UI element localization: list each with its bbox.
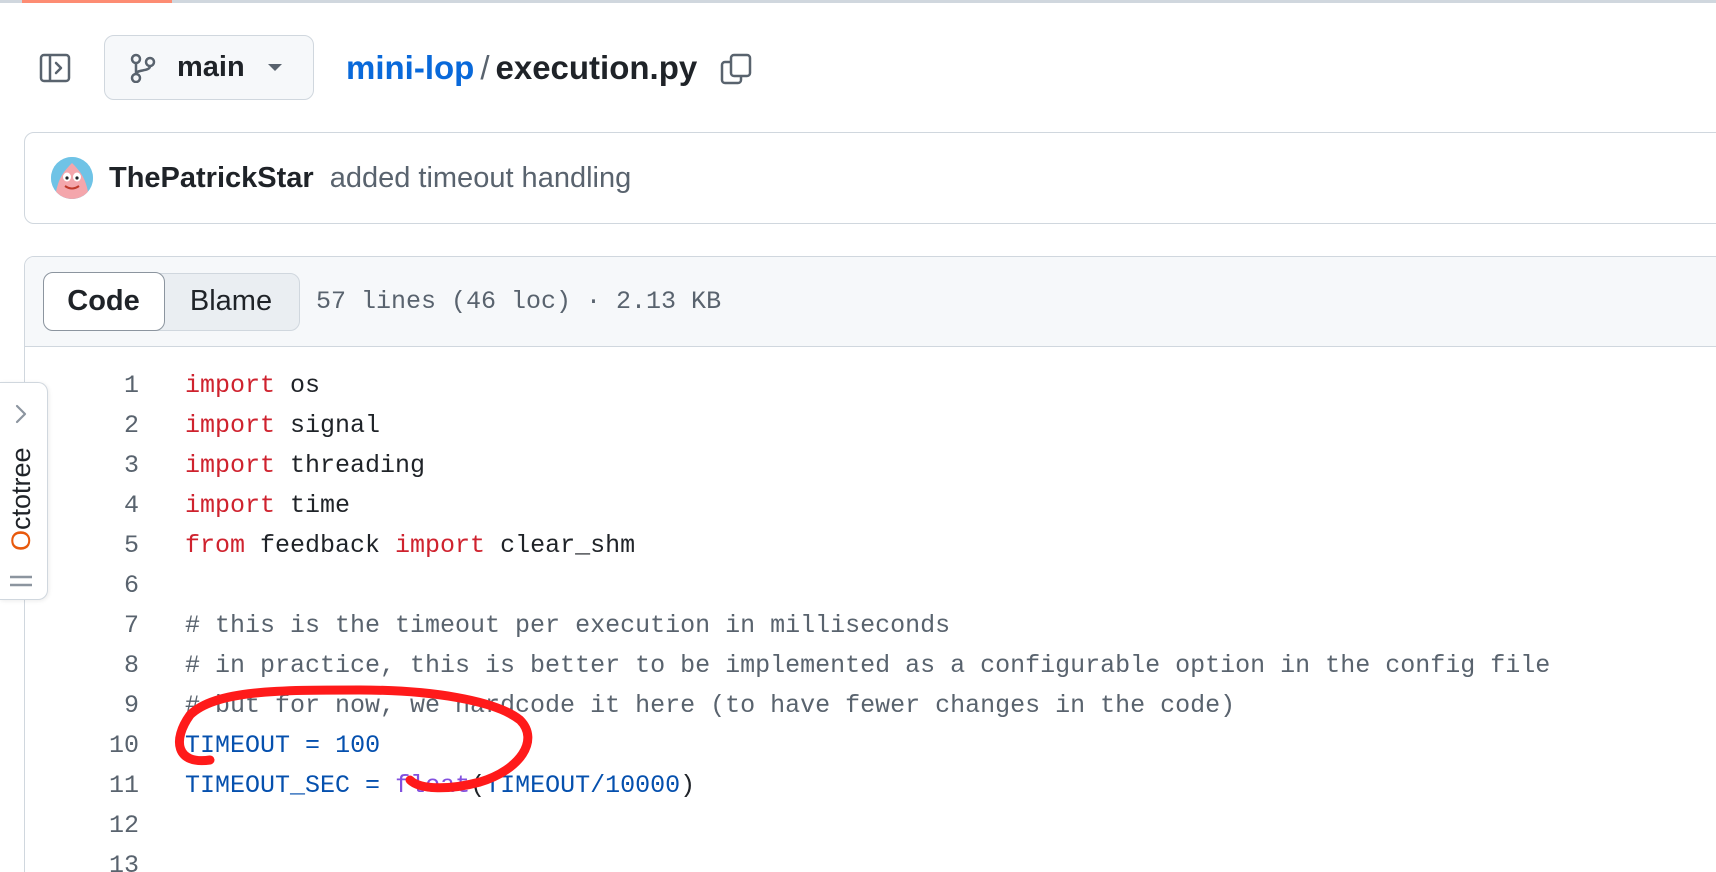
code-token: clear_shm <box>485 530 636 560</box>
code-line: 1 import os <box>25 365 1716 405</box>
code-token: import <box>185 410 276 440</box>
code-listing[interactable]: 1 import os 2 import signal 3 import threadin… <box>25 347 1716 872</box>
breadcrumb: mini-lop / execution.py <box>346 44 697 92</box>
code-token: = <box>365 770 381 800</box>
commit-message[interactable]: added timeout handling <box>330 162 632 195</box>
branch-selector-button[interactable]: main <box>104 35 314 100</box>
code-token: feedback <box>245 530 396 560</box>
code-token: = <box>305 730 321 760</box>
code-token: import <box>395 530 486 560</box>
code-line: 8 # in practice, this is better to be imp… <box>25 645 1716 685</box>
line-number[interactable]: 7 <box>25 611 139 640</box>
drag-handle-icon[interactable] <box>8 573 34 589</box>
code-line: 3 import threading <box>25 445 1716 485</box>
view-mode-toggle: Code Blame <box>42 272 300 331</box>
code-token: os <box>275 370 321 400</box>
sidebar-toggle-icon[interactable] <box>37 50 73 86</box>
github-file-view: main mini-lop / execution.py ThePatrickS… <box>0 0 1716 872</box>
code-line: 7 # this is the timeout per execution in … <box>25 605 1716 645</box>
code-token: # but for now, we hardcode it here (to h… <box>185 690 1236 720</box>
line-content: import threading <box>185 451 425 480</box>
code-line: 10 TIMEOUT = 100 <box>25 725 1716 765</box>
file-stats: 57 lines (46 loc) · 2.13 KB <box>316 287 722 316</box>
commit-author[interactable]: ThePatrickStar <box>109 162 314 195</box>
code-line: 12 <box>25 805 1716 845</box>
octotree-logo-letter: O <box>6 529 36 551</box>
code-line: 6 <box>25 565 1716 605</box>
line-content: # in practice, this is better to be impl… <box>185 651 1550 680</box>
code-token: # this is the timeout per execution in m… <box>185 610 951 640</box>
avatar[interactable] <box>51 157 93 199</box>
code-token: # in practice, this is better to be impl… <box>185 650 1551 680</box>
code-token: signal <box>275 410 381 440</box>
code-token: time <box>275 490 351 520</box>
line-content: TIMEOUT_SEC = float(TIMEOUT/10000) <box>185 771 695 800</box>
octotree-label-text: ctotree <box>6 447 36 530</box>
line-content: from feedback import clear_shm <box>185 531 635 560</box>
line-number[interactable]: 9 <box>25 691 139 720</box>
code-line: 13 <box>25 845 1716 872</box>
line-content: TIMEOUT = 100 <box>185 731 380 760</box>
code-line: 5 from feedback import clear_shm <box>25 525 1716 565</box>
chevron-down-icon <box>267 63 283 73</box>
line-content: # this is the timeout per execution in m… <box>185 611 950 640</box>
code-line: 11 TIMEOUT_SEC = float(TIMEOUT/10000) <box>25 765 1716 805</box>
line-content: import time <box>185 491 350 520</box>
tab-blame[interactable]: Blame <box>163 274 299 330</box>
octotree-toggle[interactable]: Octotree <box>0 382 48 600</box>
code-token: float <box>395 770 471 800</box>
copy-icon[interactable] <box>717 50 755 88</box>
line-number[interactable]: 10 <box>25 731 139 760</box>
code-token: ( <box>470 770 486 800</box>
code-token: import <box>185 450 276 480</box>
line-content: import signal <box>185 411 380 440</box>
file-viewer: Code Blame 57 lines (46 loc) · 2.13 KB 1… <box>24 256 1716 872</box>
latest-commit-bar: ThePatrickStar added timeout handling <box>24 132 1716 224</box>
branch-name: main <box>177 51 245 83</box>
code-token: TIMEOUT <box>185 730 291 760</box>
octotree-label: Octotree <box>6 371 36 551</box>
code-token: from <box>185 530 246 560</box>
line-number[interactable]: 13 <box>25 851 139 872</box>
git-branch-icon <box>129 52 161 84</box>
code-token: ) <box>680 770 696 800</box>
code-line: 4 import time <box>25 485 1716 525</box>
breadcrumb-separator: / <box>480 49 490 86</box>
active-tab-underline <box>22 0 172 3</box>
line-content: # but for now, we hardcode it here (to h… <box>185 691 1235 720</box>
file-name: execution.py <box>495 49 698 86</box>
code-token: TIMEOUT/10000 <box>485 770 681 800</box>
line-number[interactable]: 8 <box>25 651 139 680</box>
tab-code[interactable]: Code <box>42 272 165 331</box>
code-line: 2 import signal <box>25 405 1716 445</box>
line-number[interactable]: 12 <box>25 811 139 840</box>
file-header: Code Blame 57 lines (46 loc) · 2.13 KB <box>25 257 1716 347</box>
top-divider <box>0 0 1716 3</box>
code-token: import <box>185 490 276 520</box>
code-token: 100 <box>335 730 381 760</box>
line-number[interactable]: 11 <box>25 771 139 800</box>
code-token: TIMEOUT_SEC <box>185 770 351 800</box>
repo-link[interactable]: mini-lop <box>346 49 474 87</box>
code-token: threading <box>275 450 426 480</box>
code-token: import <box>185 370 276 400</box>
code-line: 9 # but for now, we hardcode it here (to … <box>25 685 1716 725</box>
line-content: import os <box>185 371 320 400</box>
